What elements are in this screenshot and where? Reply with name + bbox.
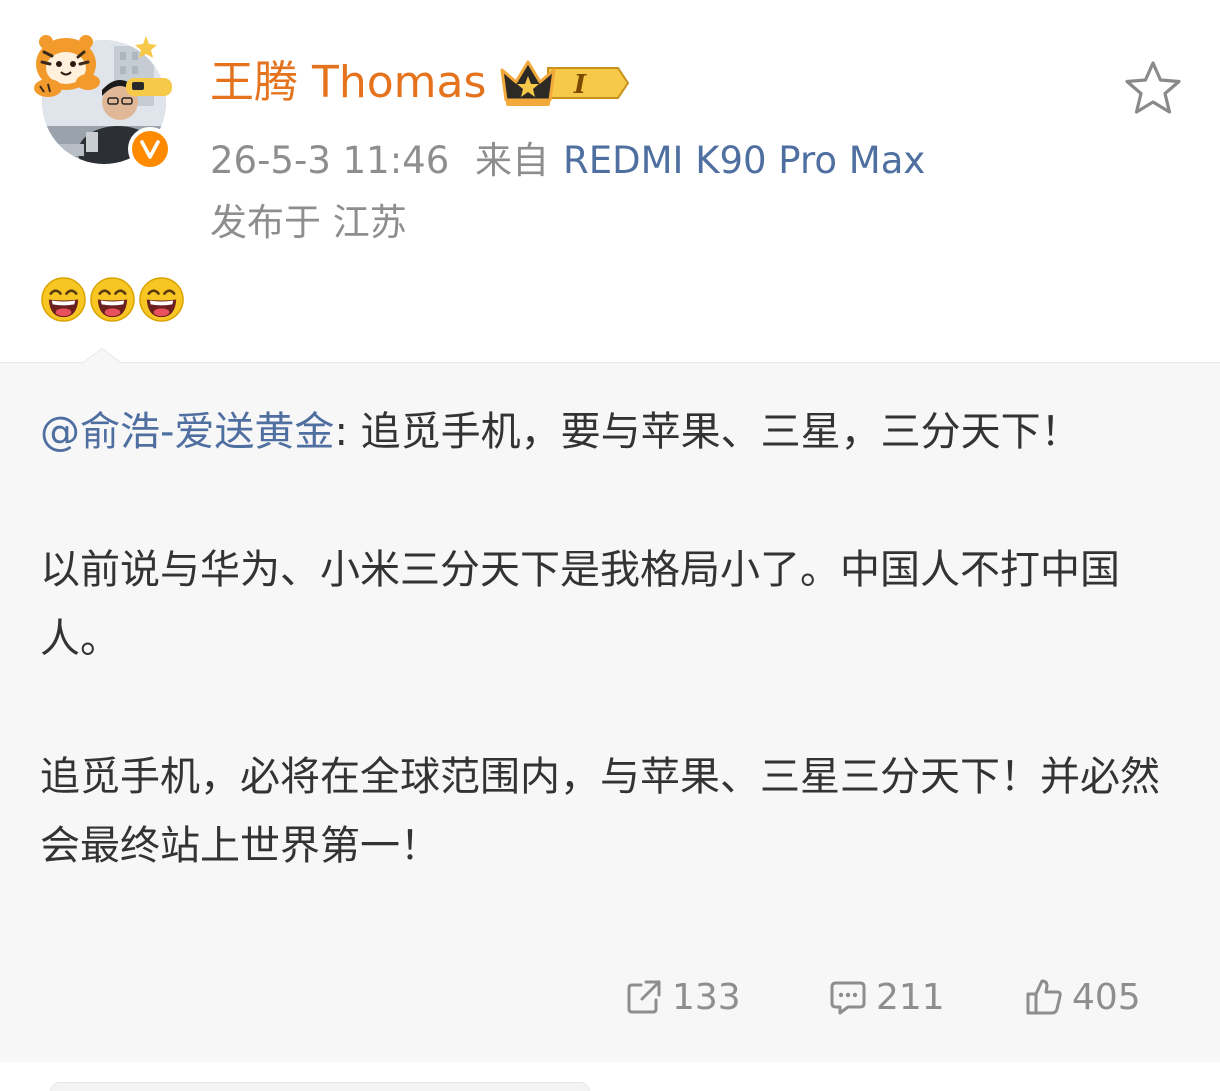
repost-body: : 追觅手机，要与苹果、三星，三分天下！ 以前说与华为、小米三分天下是我格局小了… <box>40 409 1160 869</box>
repost-pointer <box>82 348 122 364</box>
laughing-emoji-icon <box>139 277 184 322</box>
device-link[interactable]: REDMI K90 Pro Max <box>563 139 925 182</box>
post-header: 王腾 Thomas I 26-5-3 11:46 来自 REDMI K90 Pro… <box>0 0 1220 250</box>
action-bar: 133 211 405 <box>0 972 1220 1022</box>
repost-count: 133 <box>672 976 741 1018</box>
source-prefix: 来自 <box>475 139 550 182</box>
star-icon[interactable] <box>1124 60 1182 116</box>
laughing-emoji-icon <box>41 277 86 322</box>
comment-button[interactable]: 211 <box>828 972 945 1022</box>
author-name[interactable]: 王腾 Thomas <box>210 56 486 110</box>
like-count: 405 <box>1072 976 1141 1018</box>
mention-link[interactable]: @俞浩-爱送黄金 <box>40 409 334 455</box>
comment-icon <box>830 981 866 1015</box>
post-emoji-row <box>40 276 185 324</box>
like-button[interactable]: 405 <box>1024 972 1141 1022</box>
post-time: 26-5-3 11:46 <box>210 139 450 182</box>
crown-icon[interactable]: I <box>500 56 630 110</box>
avatar[interactable] <box>28 22 178 172</box>
thumbs-up-icon <box>1026 979 1062 1015</box>
comment-count: 211 <box>876 976 945 1018</box>
repost-content: @俞浩-爱送黄金: 追觅手机，要与苹果、三星，三分天下！ 以前说与华为、小米三分… <box>40 398 1190 881</box>
vip-level: I <box>573 70 587 100</box>
repost-button[interactable]: 133 <box>624 972 741 1022</box>
share-icon <box>627 980 661 1014</box>
laughing-emoji-icon <box>90 277 135 322</box>
post-location: 发布于 江苏 <box>210 201 407 244</box>
verified-v-icon <box>128 127 172 171</box>
next-post-card <box>50 1082 590 1091</box>
post-meta: 26-5-3 11:46 来自 REDMI K90 Pro Max <box>210 138 925 184</box>
